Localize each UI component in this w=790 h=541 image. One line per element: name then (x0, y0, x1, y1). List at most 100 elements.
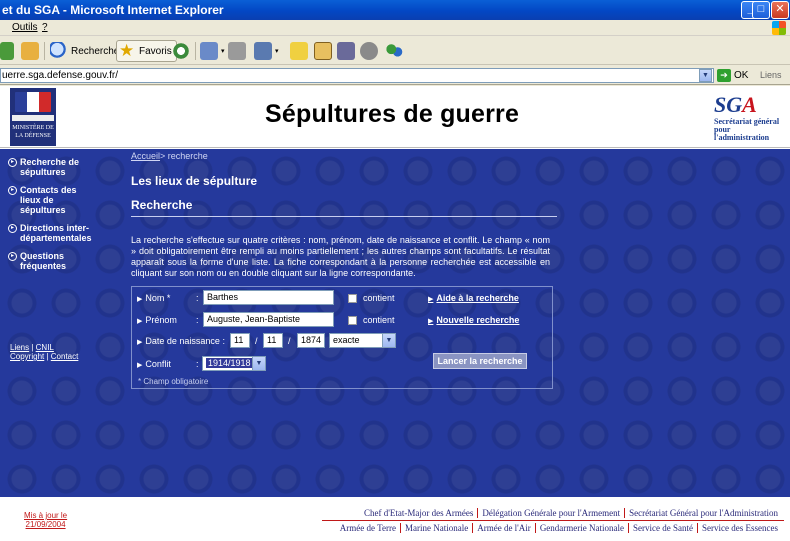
link-copyright[interactable]: Copyright (10, 352, 44, 361)
discuss-button[interactable] (290, 40, 311, 62)
prenom-input[interactable]: Auguste, Jean-Baptiste (203, 312, 334, 327)
launch-search-button[interactable]: Lancer la recherche (433, 353, 527, 369)
mail-button[interactable]: ▾ (200, 40, 225, 62)
triangle-bullet-icon: ▶ (137, 296, 143, 303)
edit-button[interactable]: ▾ (254, 40, 279, 62)
maximize-button[interactable]: □ (752, 1, 770, 19)
footer-divider (322, 520, 784, 521)
footer-link-marine[interactable]: Marine Nationale (399, 523, 473, 533)
nav-item-label: Directions inter-départementales (20, 223, 92, 243)
footer-link-sga[interactable]: Secrétariat Général pour l'Administratio… (624, 508, 782, 518)
browser-toolbar: Rechercher ★ Favoris ▾ ▾ (0, 37, 790, 65)
link-contact[interactable]: Contact (51, 352, 79, 361)
close-button[interactable]: ✕ (771, 1, 789, 19)
nav-item-recherche[interactable]: ▸ Recherche de sépultures (8, 157, 98, 177)
links-toolbar[interactable]: Liens (760, 70, 782, 80)
address-input[interactable]: uerre.sga.defense.gouv.fr/ (0, 68, 714, 83)
breadcrumb-home[interactable]: Accueil (131, 151, 160, 161)
refresh-button[interactable] (0, 40, 17, 62)
printer-icon (228, 42, 246, 60)
windows-logo-icon (772, 21, 786, 35)
conflit-label: ▶ Conflit (137, 359, 171, 369)
print-button[interactable] (228, 40, 249, 62)
link-liens[interactable]: Liens (10, 343, 29, 352)
last-updated[interactable]: Mis à jour le 21/09/2004 (24, 511, 67, 529)
prenom-contient-checkbox[interactable] (348, 316, 357, 325)
date-separator: / (255, 336, 258, 346)
nouvelle-recherche-label: Nouvelle recherche (436, 315, 520, 325)
nav-item-questions[interactable]: ▸ Questions fréquentes (8, 251, 98, 271)
media-button[interactable] (337, 40, 358, 62)
breadcrumb-current: > recherche (160, 151, 208, 161)
nom-input[interactable]: Barthes (203, 290, 334, 305)
link-cnil[interactable]: CNIL (36, 343, 54, 352)
footer-link-dga[interactable]: Délégation Générale pour l'Armement (477, 508, 625, 518)
nom-label-text: Nom * (145, 293, 171, 303)
left-nav: ▸ Recherche de sépultures ▸ Contacts des… (8, 157, 98, 279)
footer-link-sante[interactable]: Service de Santé (628, 523, 698, 533)
nom-contient-checkbox[interactable] (348, 294, 357, 303)
logo-divider (12, 115, 54, 121)
menu-help[interactable]: ? (42, 22, 48, 33)
footer-link-terre[interactable]: Armée de Terre (336, 523, 400, 533)
last-updated-label: Mis à jour le (24, 511, 68, 520)
ministry-logo[interactable]: MINISTÈRE DE LA DÉFENSE (10, 88, 56, 146)
conflit-label-text: Conflit (145, 359, 171, 369)
mail-icon (200, 42, 218, 60)
site-footer: Mis à jour le 21/09/2004 Chef d'Etat-Maj… (0, 497, 790, 541)
conflit-select[interactable]: 1914/1918 ▼ (202, 356, 266, 371)
footer-link-gendarmerie[interactable]: Gendarmerie Nationale (534, 523, 629, 533)
address-bar: uerre.sga.defense.gouv.fr/ ▼ ➔ OK Liens (0, 66, 790, 85)
sga-logo-mark: SGA (714, 92, 786, 118)
dob-label: ▶ Date de naissance : (137, 336, 225, 346)
aide-recherche-link[interactable]: ▶ Aide à la recherche (428, 293, 519, 303)
messenger-button[interactable] (360, 40, 381, 62)
contacts-button[interactable] (385, 40, 406, 62)
favorites-button-label: Favoris (139, 45, 172, 57)
dob-year-input[interactable]: 1874 (297, 333, 325, 348)
nav-item-directions[interactable]: ▸ Directions inter-départementales (8, 223, 98, 243)
nouvelle-recherche-link[interactable]: ▶ Nouvelle recherche (428, 315, 519, 325)
prenom-contient-label: contient (363, 315, 395, 325)
home-button[interactable] (21, 40, 42, 62)
research-button[interactable] (314, 40, 335, 62)
nav-item-label: Recherche de sépultures (20, 157, 80, 177)
triangle-bullet-icon: ▶ (137, 339, 143, 346)
arrow-bullet-icon: ▸ (8, 252, 17, 261)
dob-day-input[interactable]: 11 (230, 333, 250, 348)
nav-item-contacts[interactable]: ▸ Contacts des lieux de sépultures (8, 185, 98, 215)
nom-contient-label: contient (363, 293, 395, 303)
last-updated-date: 21/09/2004 (25, 520, 66, 529)
dob-month-input[interactable]: 11 (263, 333, 283, 348)
search-icon (50, 42, 68, 60)
dob-precision-select[interactable]: exacte ▼ (329, 333, 396, 348)
sga-logo[interactable]: SGA Secrétariat général pour l'administr… (714, 92, 786, 142)
history-button[interactable] (172, 40, 193, 62)
search-button[interactable]: Rechercher (50, 40, 123, 62)
footer-link-cema[interactable]: Chef d'Etat-Major des Armées (360, 508, 477, 518)
footer-links-row2: Armée de Terre Marine Nationale Armée de l… (336, 523, 782, 533)
colon: : (196, 359, 199, 369)
prenom-label-text: Prénom (145, 315, 177, 325)
chevron-down-icon[interactable]: ▼ (699, 69, 712, 82)
title-divider (131, 216, 557, 217)
nav-item-label: Questions fréquentes (20, 251, 67, 271)
toolbar-divider (44, 42, 45, 60)
nav-item-label: Contacts des lieux de sépultures (20, 185, 77, 215)
menu-outils[interactable]: Outils (12, 22, 38, 33)
triangle-bullet-icon: ▶ (428, 318, 434, 325)
sga-logo-accent: A (742, 92, 757, 117)
section-title: Les lieux de sépulture (131, 174, 258, 188)
edit-icon (254, 42, 272, 60)
media-icon (337, 42, 355, 60)
go-button[interactable]: ➔ OK (717, 69, 748, 82)
footer-link-air[interactable]: Armée de l'Air (472, 523, 535, 533)
favorites-button[interactable]: ★ Favoris (116, 40, 177, 62)
date-separator: / (288, 336, 291, 346)
research-icon (314, 42, 332, 60)
colon: : (196, 315, 199, 325)
sga-logo-prefix: SG (714, 92, 743, 117)
dob-precision-value: exacte (333, 335, 360, 345)
dob-label-text: Date de naissance : (145, 336, 225, 346)
footer-link-essences[interactable]: Service des Essences (697, 523, 782, 533)
